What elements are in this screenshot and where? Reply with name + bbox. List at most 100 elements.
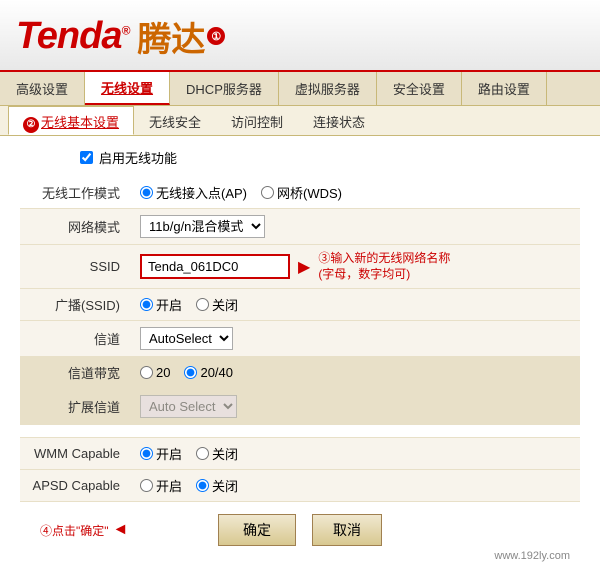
nav-advanced[interactable]: 高级设置 [0, 72, 85, 105]
main-nav: 高级设置 无线设置 DHCP服务器 虚拟服务器 安全设置 路由设置 [0, 72, 600, 106]
wmm-value-cell: 开启 关闭 [130, 438, 580, 470]
broadcast-off-text: 关闭 [212, 295, 238, 314]
broadcast-off-radio[interactable] [196, 298, 209, 311]
bandwidth-value-cell: 20 20/40 [130, 357, 580, 389]
content-area: 启用无线功能 无线工作模式 无线接入点(AP) 网桥(WDS) [0, 136, 600, 574]
ssid-hint-line2: (字母，数字均可) [318, 267, 450, 283]
mode-ap-label[interactable]: 无线接入点(AP) [140, 183, 247, 202]
ext-channel-value-cell: Auto Select [130, 389, 580, 425]
nav-routing[interactable]: 路由设置 [462, 72, 547, 105]
subnav-status[interactable]: 连接状态 [298, 106, 380, 135]
apsd-on-radio[interactable] [140, 479, 153, 492]
watermark: www.192ly.com [20, 546, 580, 562]
network-mode-value: 11b/g/n混合模式 11b/g混合模式 11n模式 [130, 209, 580, 245]
nav-virtual-server[interactable]: 虚拟服务器 [279, 72, 377, 105]
ssid-input[interactable] [140, 254, 290, 279]
enable-label[interactable]: 启用无线功能 [99, 148, 177, 167]
nav-dhcp[interactable]: DHCP服务器 [170, 72, 279, 105]
ssid-label: SSID [20, 245, 130, 289]
step1-badge: ① [207, 27, 225, 45]
subnav-access[interactable]: 访问控制 [216, 106, 298, 135]
wmm-row: WMM Capable 开启 关闭 [20, 438, 580, 470]
wmm-off-text: 关闭 [212, 444, 238, 463]
broadcast-on-label[interactable]: 开启 [140, 295, 182, 314]
apsd-value-cell: 开启 关闭 [130, 470, 580, 502]
apsd-radio-group: 开启 关闭 [140, 476, 570, 495]
subnav-security[interactable]: 无线安全 [134, 106, 216, 135]
apsd-on-text: 开启 [156, 476, 182, 495]
broadcast-value-cell: 开启 关闭 [130, 289, 580, 321]
channel-row: 信道 AutoSelect 1234 5678 910111213 [20, 321, 580, 357]
ext-channel-select[interactable]: Auto Select [140, 395, 237, 418]
mode-wds-label[interactable]: 网桥(WDS) [261, 183, 342, 202]
logo-reg: ® [122, 23, 130, 37]
subnav-basic[interactable]: ②无线基本设置 [8, 106, 134, 135]
apsd-off-radio[interactable] [196, 479, 209, 492]
apsd-row: APSD Capable 开启 关闭 [20, 470, 580, 502]
broadcast-off-label[interactable]: 关闭 [196, 295, 238, 314]
ssid-hint: ③输入新的无线网络名称 (字母，数字均可) [318, 251, 450, 282]
logo-cn: 腾达 [137, 12, 205, 61]
wmm-off-radio[interactable] [196, 447, 209, 460]
step4-arrow-icon: ◄ [113, 521, 129, 539]
bandwidth-20-label[interactable]: 20 [140, 365, 170, 380]
wmm-on-radio[interactable] [140, 447, 153, 460]
mode-ap-radio[interactable] [140, 186, 153, 199]
button-row: ④点击"确定" ◄ 确定 取消 [20, 514, 580, 546]
mode-value-cell: 无线接入点(AP) 网桥(WDS) [130, 177, 580, 209]
bandwidth-label: 信道带宽 [20, 357, 130, 389]
enable-row: 启用无线功能 [20, 148, 580, 167]
bandwidth-20-text: 20 [156, 365, 170, 380]
bandwidth-2040-radio[interactable] [184, 366, 197, 379]
network-mode-label: 网络模式 [20, 209, 130, 245]
ssid-arrow: ▶ [298, 257, 310, 277]
mode-wds-radio[interactable] [261, 186, 274, 199]
channel-label: 信道 [20, 321, 130, 357]
bandwidth-2040-text: 20/40 [200, 365, 233, 380]
bandwidth-radio-group: 20 20/40 [140, 365, 570, 380]
broadcast-radio-group: 开启 关闭 [140, 295, 570, 314]
wmm-on-label[interactable]: 开启 [140, 444, 182, 463]
apsd-label: APSD Capable [20, 470, 130, 502]
network-mode-select[interactable]: 11b/g/n混合模式 11b/g混合模式 11n模式 [140, 215, 265, 238]
cancel-button[interactable]: 取消 [312, 514, 382, 546]
bandwidth-20-radio[interactable] [140, 366, 153, 379]
ssid-value-cell: ▶ ③输入新的无线网络名称 (字母，数字均可) [130, 245, 580, 289]
ssid-input-row: ▶ ③输入新的无线网络名称 (字母，数字均可) [140, 251, 570, 282]
step4-text: ④点击"确定" [40, 522, 109, 539]
network-mode-row: 网络模式 11b/g/n混合模式 11b/g混合模式 11n模式 [20, 209, 580, 245]
apsd-off-text: 关闭 [212, 476, 238, 495]
mode-ap-text: 无线接入点(AP) [156, 183, 247, 202]
confirm-button[interactable]: 确定 [218, 514, 296, 546]
bandwidth-2040-label[interactable]: 20/40 [184, 365, 233, 380]
spacer-row [20, 425, 580, 438]
channel-value-cell: AutoSelect 1234 5678 910111213 [130, 321, 580, 357]
subnav-basic-label: 无线基本设置 [41, 115, 119, 130]
ssid-row: SSID ▶ ③输入新的无线网络名称 (字母，数字均可) [20, 245, 580, 289]
nav-security[interactable]: 安全设置 [377, 72, 462, 105]
wmm-off-label[interactable]: 关闭 [196, 444, 238, 463]
sub-nav: ②无线基本设置 无线安全 访问控制 连接状态 [0, 106, 600, 136]
mode-label: 无线工作模式 [20, 177, 130, 209]
broadcast-row: 广播(SSID) 开启 关闭 [20, 289, 580, 321]
ext-channel-label: 扩展信道 [20, 389, 130, 425]
apsd-on-label[interactable]: 开启 [140, 476, 182, 495]
broadcast-label: 广播(SSID) [20, 289, 130, 321]
step2-badge: ② [23, 117, 39, 133]
wmm-label: WMM Capable [20, 438, 130, 470]
nav-wireless[interactable]: 无线设置 [85, 72, 170, 105]
bandwidth-row: 信道带宽 20 20/40 [20, 357, 580, 389]
wmm-radio-group: 开启 关闭 [140, 444, 570, 463]
mode-wds-text: 网桥(WDS) [277, 183, 342, 202]
wmm-on-text: 开启 [156, 444, 182, 463]
channel-select[interactable]: AutoSelect 1234 5678 910111213 [140, 327, 233, 350]
broadcast-on-text: 开启 [156, 295, 182, 314]
broadcast-on-radio[interactable] [140, 298, 153, 311]
ssid-hint-line1: ③输入新的无线网络名称 [318, 251, 450, 267]
mode-radio-group: 无线接入点(AP) 网桥(WDS) [140, 183, 570, 202]
step4-hint: ④点击"确定" ◄ [40, 521, 128, 539]
form-table: 无线工作模式 无线接入点(AP) 网桥(WDS) 网络模式 [20, 177, 580, 502]
ext-channel-row: 扩展信道 Auto Select [20, 389, 580, 425]
apsd-off-label[interactable]: 关闭 [196, 476, 238, 495]
enable-checkbox[interactable] [80, 151, 93, 164]
